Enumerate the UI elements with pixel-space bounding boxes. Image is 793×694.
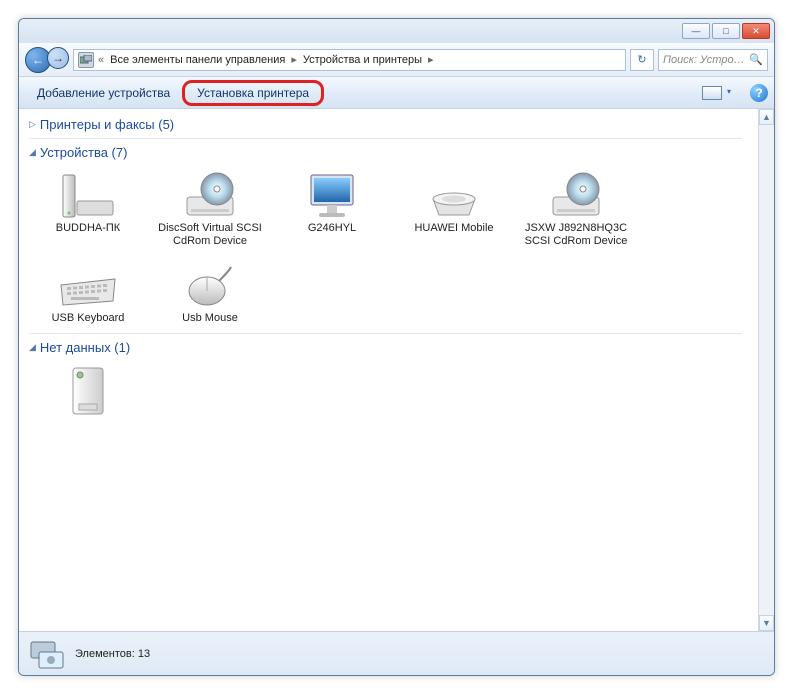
devices-grid: BUDDHA-ПК DiscSoft Virtual SCSI CdRom De…	[29, 164, 742, 331]
nodata-grid	[29, 359, 742, 423]
breadcrumb-field[interactable]: « Все элементы панели управления ▸ Устро…	[73, 49, 626, 71]
breadcrumb-1[interactable]: Все элементы панели управления	[108, 54, 287, 66]
cdrom-icon	[544, 170, 608, 222]
device-label: BUDDHA-ПК	[56, 222, 120, 235]
scroll-area: ▷ Принтеры и факсы (5) ◢ Устройства (7) …	[19, 109, 758, 631]
add-printer-button[interactable]: Установка принтера	[182, 80, 324, 106]
device-item[interactable]	[33, 359, 143, 423]
search-input[interactable]: Поиск: Устро… 🔍	[658, 49, 768, 71]
maximize-button[interactable]: □	[712, 23, 740, 39]
forward-button[interactable]: →	[47, 47, 69, 69]
device-item[interactable]: DiscSoft Virtual SCSI CdRom Device	[155, 164, 265, 254]
device-label: HUAWEI Mobile	[414, 222, 493, 235]
drive-icon	[56, 365, 120, 417]
device-item[interactable]: Usb Mouse	[155, 254, 265, 331]
collapse-icon: ▷	[29, 119, 36, 130]
nav-buttons: ← →	[25, 47, 69, 73]
expand-icon: ◢	[29, 147, 36, 158]
refresh-icon: ↻	[637, 53, 646, 66]
device-item[interactable]: JSXW J892N8HQ3C SCSI CdRom Device	[521, 164, 631, 254]
device-item[interactable]: USB Keyboard	[33, 254, 143, 331]
help-button[interactable]: ?	[750, 84, 768, 102]
status-text: Элементов: 13	[75, 648, 150, 660]
minimize-button[interactable]: —	[682, 23, 710, 39]
divider	[29, 138, 742, 139]
vertical-scrollbar[interactable]: ▲ ▼	[758, 109, 774, 631]
search-placeholder: Поиск: Устро…	[663, 54, 745, 66]
search-icon: 🔍	[749, 53, 763, 66]
group-nodata[interactable]: ◢ Нет данных (1)	[29, 336, 742, 359]
titlebar: — □ ✕	[19, 19, 774, 43]
content-area: ▷ Принтеры и факсы (5) ◢ Устройства (7) …	[19, 109, 774, 631]
refresh-button[interactable]: ↻	[630, 49, 654, 71]
mouse-icon	[178, 260, 242, 312]
status-bar: Элементов: 13	[19, 631, 774, 675]
device-label: G246HYL	[308, 222, 356, 235]
group-title: Нет данных (1)	[40, 340, 130, 355]
pc-icon	[56, 170, 120, 222]
disk-icon	[422, 170, 486, 222]
group-title: Принтеры и факсы (5)	[40, 117, 174, 132]
status-devices-icon	[29, 638, 65, 670]
toolbar: Добавление устройства Установка принтера…	[19, 77, 774, 109]
scroll-up-button[interactable]: ▲	[759, 109, 774, 125]
breadcrumb-sep-2: ▸	[426, 53, 436, 66]
monitor-icon	[300, 170, 364, 222]
device-label: USB Keyboard	[52, 312, 125, 325]
breadcrumb-2[interactable]: Устройства и принтеры	[301, 54, 424, 66]
device-label: DiscSoft Virtual SCSI CdRom Device	[158, 222, 262, 248]
divider	[29, 333, 742, 334]
scroll-track[interactable]	[759, 125, 774, 615]
group-printers[interactable]: ▷ Принтеры и факсы (5)	[29, 113, 742, 136]
group-title: Устройства (7)	[40, 145, 128, 160]
expand-icon: ◢	[29, 342, 36, 353]
keyboard-icon	[56, 260, 120, 312]
device-item[interactable]: BUDDHA-ПК	[33, 164, 143, 254]
device-item[interactable]: HUAWEI Mobile	[399, 164, 509, 254]
add-device-button[interactable]: Добавление устройства	[25, 81, 182, 105]
device-item[interactable]: G246HYL	[277, 164, 387, 254]
devices-icon	[78, 52, 94, 68]
view-options-button[interactable]	[702, 86, 722, 100]
toolbar-right: ?	[702, 84, 768, 102]
group-devices[interactable]: ◢ Устройства (7)	[29, 141, 742, 164]
device-label: Usb Mouse	[182, 312, 238, 325]
close-button[interactable]: ✕	[742, 23, 770, 39]
breadcrumb-back-glyph: «	[96, 54, 106, 66]
breadcrumb-sep-1: ▸	[289, 53, 299, 66]
device-label: JSXW J892N8HQ3C SCSI CdRom Device	[524, 222, 628, 248]
window: — □ ✕ ← → « Все элементы панели управлен…	[18, 18, 775, 676]
scroll-down-button[interactable]: ▼	[759, 615, 774, 631]
cdrom-icon	[178, 170, 242, 222]
address-bar: ← → « Все элементы панели управления ▸ У…	[19, 43, 774, 77]
